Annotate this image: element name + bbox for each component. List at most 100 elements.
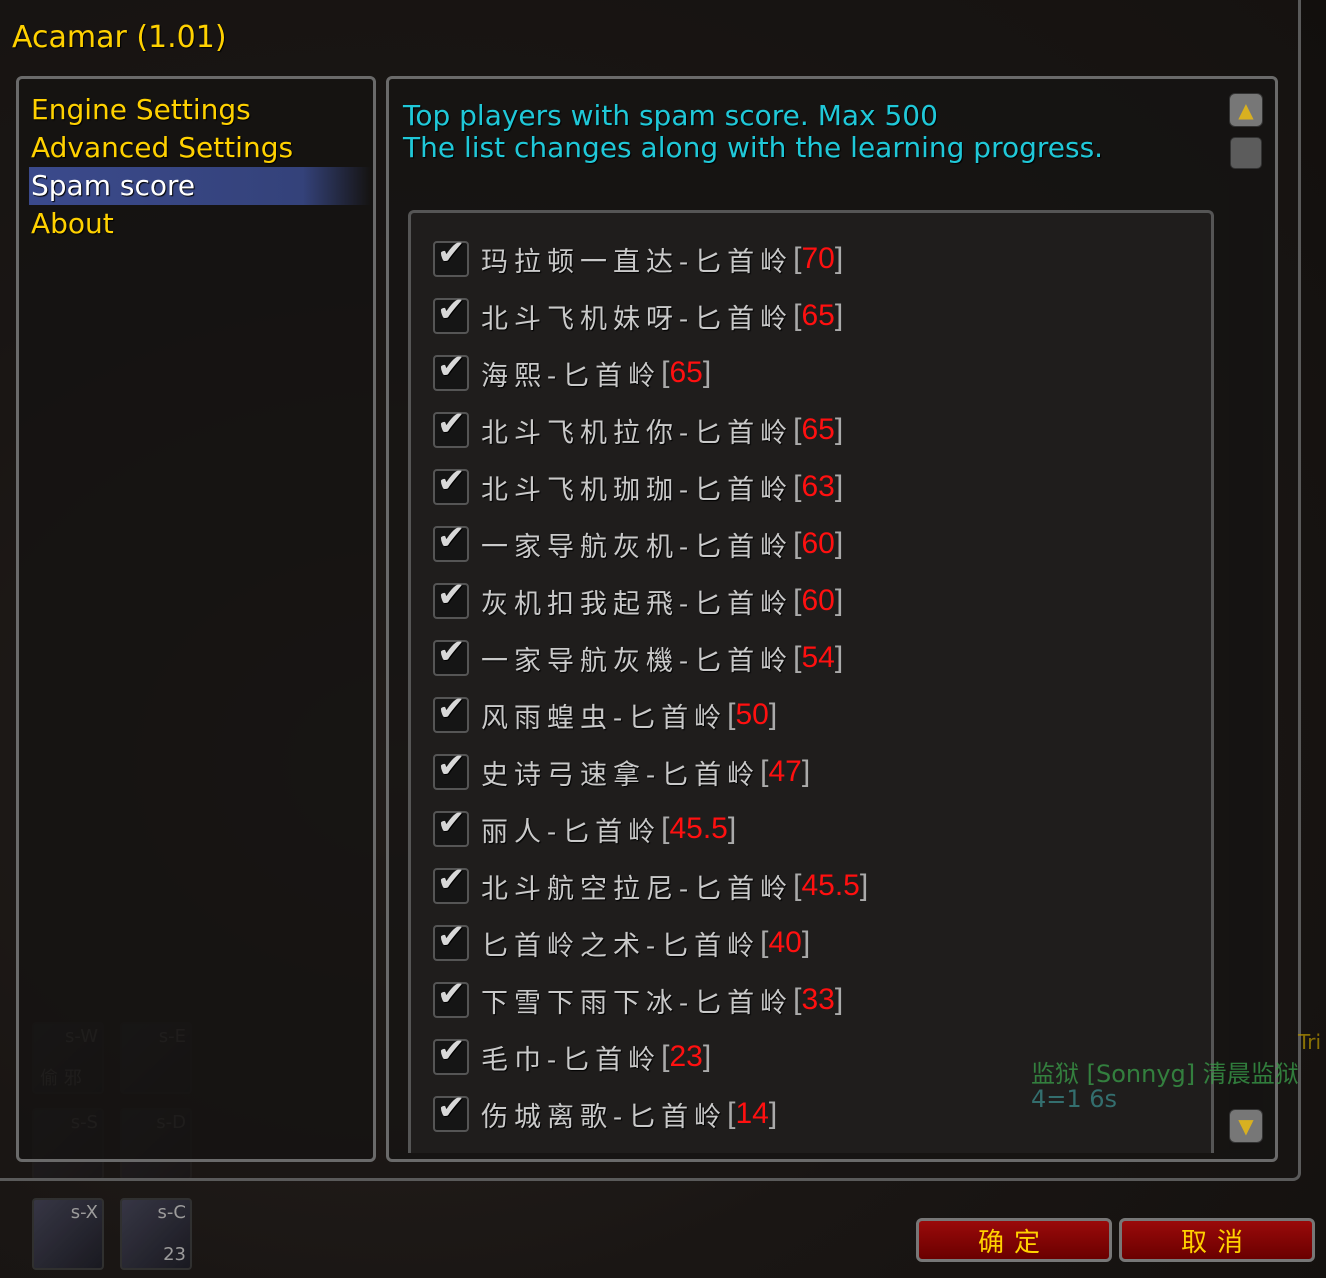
player-name: 一家导航灰机-匕首岭: [481, 531, 794, 563]
player-checkbox[interactable]: [433, 233, 469, 277]
bracket-open: [: [760, 926, 769, 959]
bracket-close: ]: [834, 527, 844, 560]
bracket-open: [: [793, 242, 802, 275]
bracket-open: [: [793, 641, 802, 674]
sidebar-item-about[interactable]: About: [29, 205, 371, 243]
content-panel: Top players with spam score. Max 500 The…: [386, 76, 1299, 1162]
player-name: 海熙-匕首岭: [481, 360, 662, 392]
player-name: 下雪下雨下冰-匕首岭: [481, 987, 794, 1019]
bracket-close: ]: [834, 299, 844, 332]
bracket-open: [: [661, 812, 670, 845]
player-checkbox[interactable]: [433, 518, 469, 562]
chevron-up-icon: ▲: [1238, 98, 1254, 122]
player-name: 北斗飞机珈珈-匕首岭: [481, 474, 794, 506]
bracket-close: ]: [801, 926, 811, 959]
bracket-close: ]: [702, 356, 712, 389]
bracket-open: [: [793, 584, 802, 617]
addon-window: Acamar (1.01) Engine Settings Advanced S…: [0, 0, 1301, 1181]
player-score: 14: [735, 1097, 769, 1130]
player-name: 风雨蝗虫-匕首岭: [481, 702, 728, 734]
player-name: 北斗航空拉尼-匕首岭: [481, 873, 794, 905]
scrollbar[interactable]: [1229, 99, 1263, 1149]
player-checkbox[interactable]: [433, 404, 469, 448]
player-name: 一家导航灰機-匕首岭: [481, 645, 794, 677]
player-score: 65: [801, 299, 835, 332]
description-line-1: Top players with spam score. Max 500: [403, 99, 938, 132]
player-name: 北斗飞机妹呀-匕首岭: [481, 303, 794, 335]
player-score: 23: [669, 1040, 703, 1073]
player-score: 45.5: [801, 869, 860, 902]
player-checkbox[interactable]: [433, 1088, 469, 1132]
player-score: 65: [669, 356, 703, 389]
bracket-open: [: [727, 1097, 736, 1130]
player-checkbox[interactable]: [433, 632, 469, 676]
player-checkbox[interactable]: [433, 1031, 469, 1075]
description-line-2: The list changes along with the learning…: [403, 131, 1104, 164]
bracket-open: [: [793, 527, 802, 560]
chevron-down-icon: ▼: [1238, 1114, 1254, 1138]
bracket-close: ]: [702, 1040, 712, 1073]
slot-label: 23: [163, 1244, 186, 1265]
player-name: 北斗飞机拉你-匕首岭: [481, 417, 794, 449]
player-row: 毛巾-匕首岭 [23]: [433, 1031, 712, 1077]
scroll-up-button[interactable]: ▲: [1229, 93, 1263, 127]
background-chat-sub: 4=1 6s: [1031, 1085, 1118, 1113]
sidebar-item-spam-score[interactable]: Spam score: [29, 167, 371, 205]
player-checkbox[interactable]: [433, 746, 469, 790]
player-score: 60: [801, 584, 835, 617]
player-row: 灰机扣我起飛-匕首岭 [60]: [433, 575, 844, 621]
player-row: 北斗飞机珈珈-匕首岭 [63]: [433, 461, 844, 507]
player-checkbox[interactable]: [433, 974, 469, 1018]
action-slot[interactable]: s-X: [32, 1198, 104, 1270]
sidebar: Engine Settings Advanced Settings Spam s…: [16, 76, 376, 1162]
cancel-button[interactable]: 取消: [1119, 1218, 1315, 1262]
player-checkbox[interactable]: [433, 689, 469, 733]
sidebar-item-advanced-settings[interactable]: Advanced Settings: [29, 129, 371, 167]
player-row: 风雨蝗虫-匕首岭 [50]: [433, 689, 777, 735]
player-row: 北斗航空拉尼-匕首岭 [45.5]: [433, 860, 869, 906]
player-score: 45.5: [669, 812, 728, 845]
bracket-open: [: [727, 698, 736, 731]
bracket-close: ]: [834, 413, 844, 446]
player-score: 60: [801, 527, 835, 560]
ok-button[interactable]: 确定: [916, 1218, 1112, 1262]
bracket-close: ]: [834, 641, 844, 674]
player-row: 一家导航灰機-匕首岭 [54]: [433, 632, 844, 678]
player-row: 史诗弓速拿-匕首岭 [47]: [433, 746, 811, 792]
player-score: 50: [735, 698, 769, 731]
player-score: 40: [768, 926, 802, 959]
bracket-close: ]: [834, 983, 844, 1016]
bracket-open: [: [793, 299, 802, 332]
player-row: 伤城离歌-匕首岭 [14]: [433, 1088, 777, 1134]
player-checkbox[interactable]: [433, 347, 469, 391]
player-score: 54: [801, 641, 835, 674]
player-checkbox[interactable]: [433, 290, 469, 334]
player-checkbox[interactable]: [433, 461, 469, 505]
action-slot[interactable]: s-C 23: [120, 1198, 192, 1270]
player-checkbox[interactable]: [433, 917, 469, 961]
player-row: 北斗飞机拉你-匕首岭 [65]: [433, 404, 844, 450]
bracket-open: [: [760, 755, 769, 788]
player-row: 海熙-匕首岭 [65]: [433, 347, 712, 393]
bracket-close: ]: [727, 812, 737, 845]
bracket-close: ]: [801, 755, 811, 788]
scroll-down-button[interactable]: ▼: [1229, 1109, 1263, 1143]
bracket-close: ]: [834, 470, 844, 503]
window-title: Acamar (1.01): [12, 20, 227, 55]
sidebar-item-engine-settings[interactable]: Engine Settings: [29, 91, 371, 129]
player-checkbox[interactable]: [433, 803, 469, 847]
scrollbar-thumb[interactable]: [1230, 137, 1262, 169]
player-name: 史诗弓速拿-匕首岭: [481, 759, 761, 791]
bracket-open: [: [793, 413, 802, 446]
player-name: 匕首岭之术-匕首岭: [481, 930, 761, 962]
player-checkbox[interactable]: [433, 575, 469, 619]
bracket-close: ]: [834, 584, 844, 617]
bracket-open: [: [661, 1040, 670, 1073]
slot-key: s-C: [157, 1202, 186, 1223]
player-row: 一家导航灰机-匕首岭 [60]: [433, 518, 844, 564]
player-name: 玛拉顿一直达-匕首岭: [481, 246, 794, 278]
bracket-close: ]: [859, 869, 869, 902]
player-score: 70: [801, 242, 835, 275]
player-checkbox[interactable]: [433, 860, 469, 904]
player-name: 毛巾-匕首岭: [481, 1044, 662, 1076]
